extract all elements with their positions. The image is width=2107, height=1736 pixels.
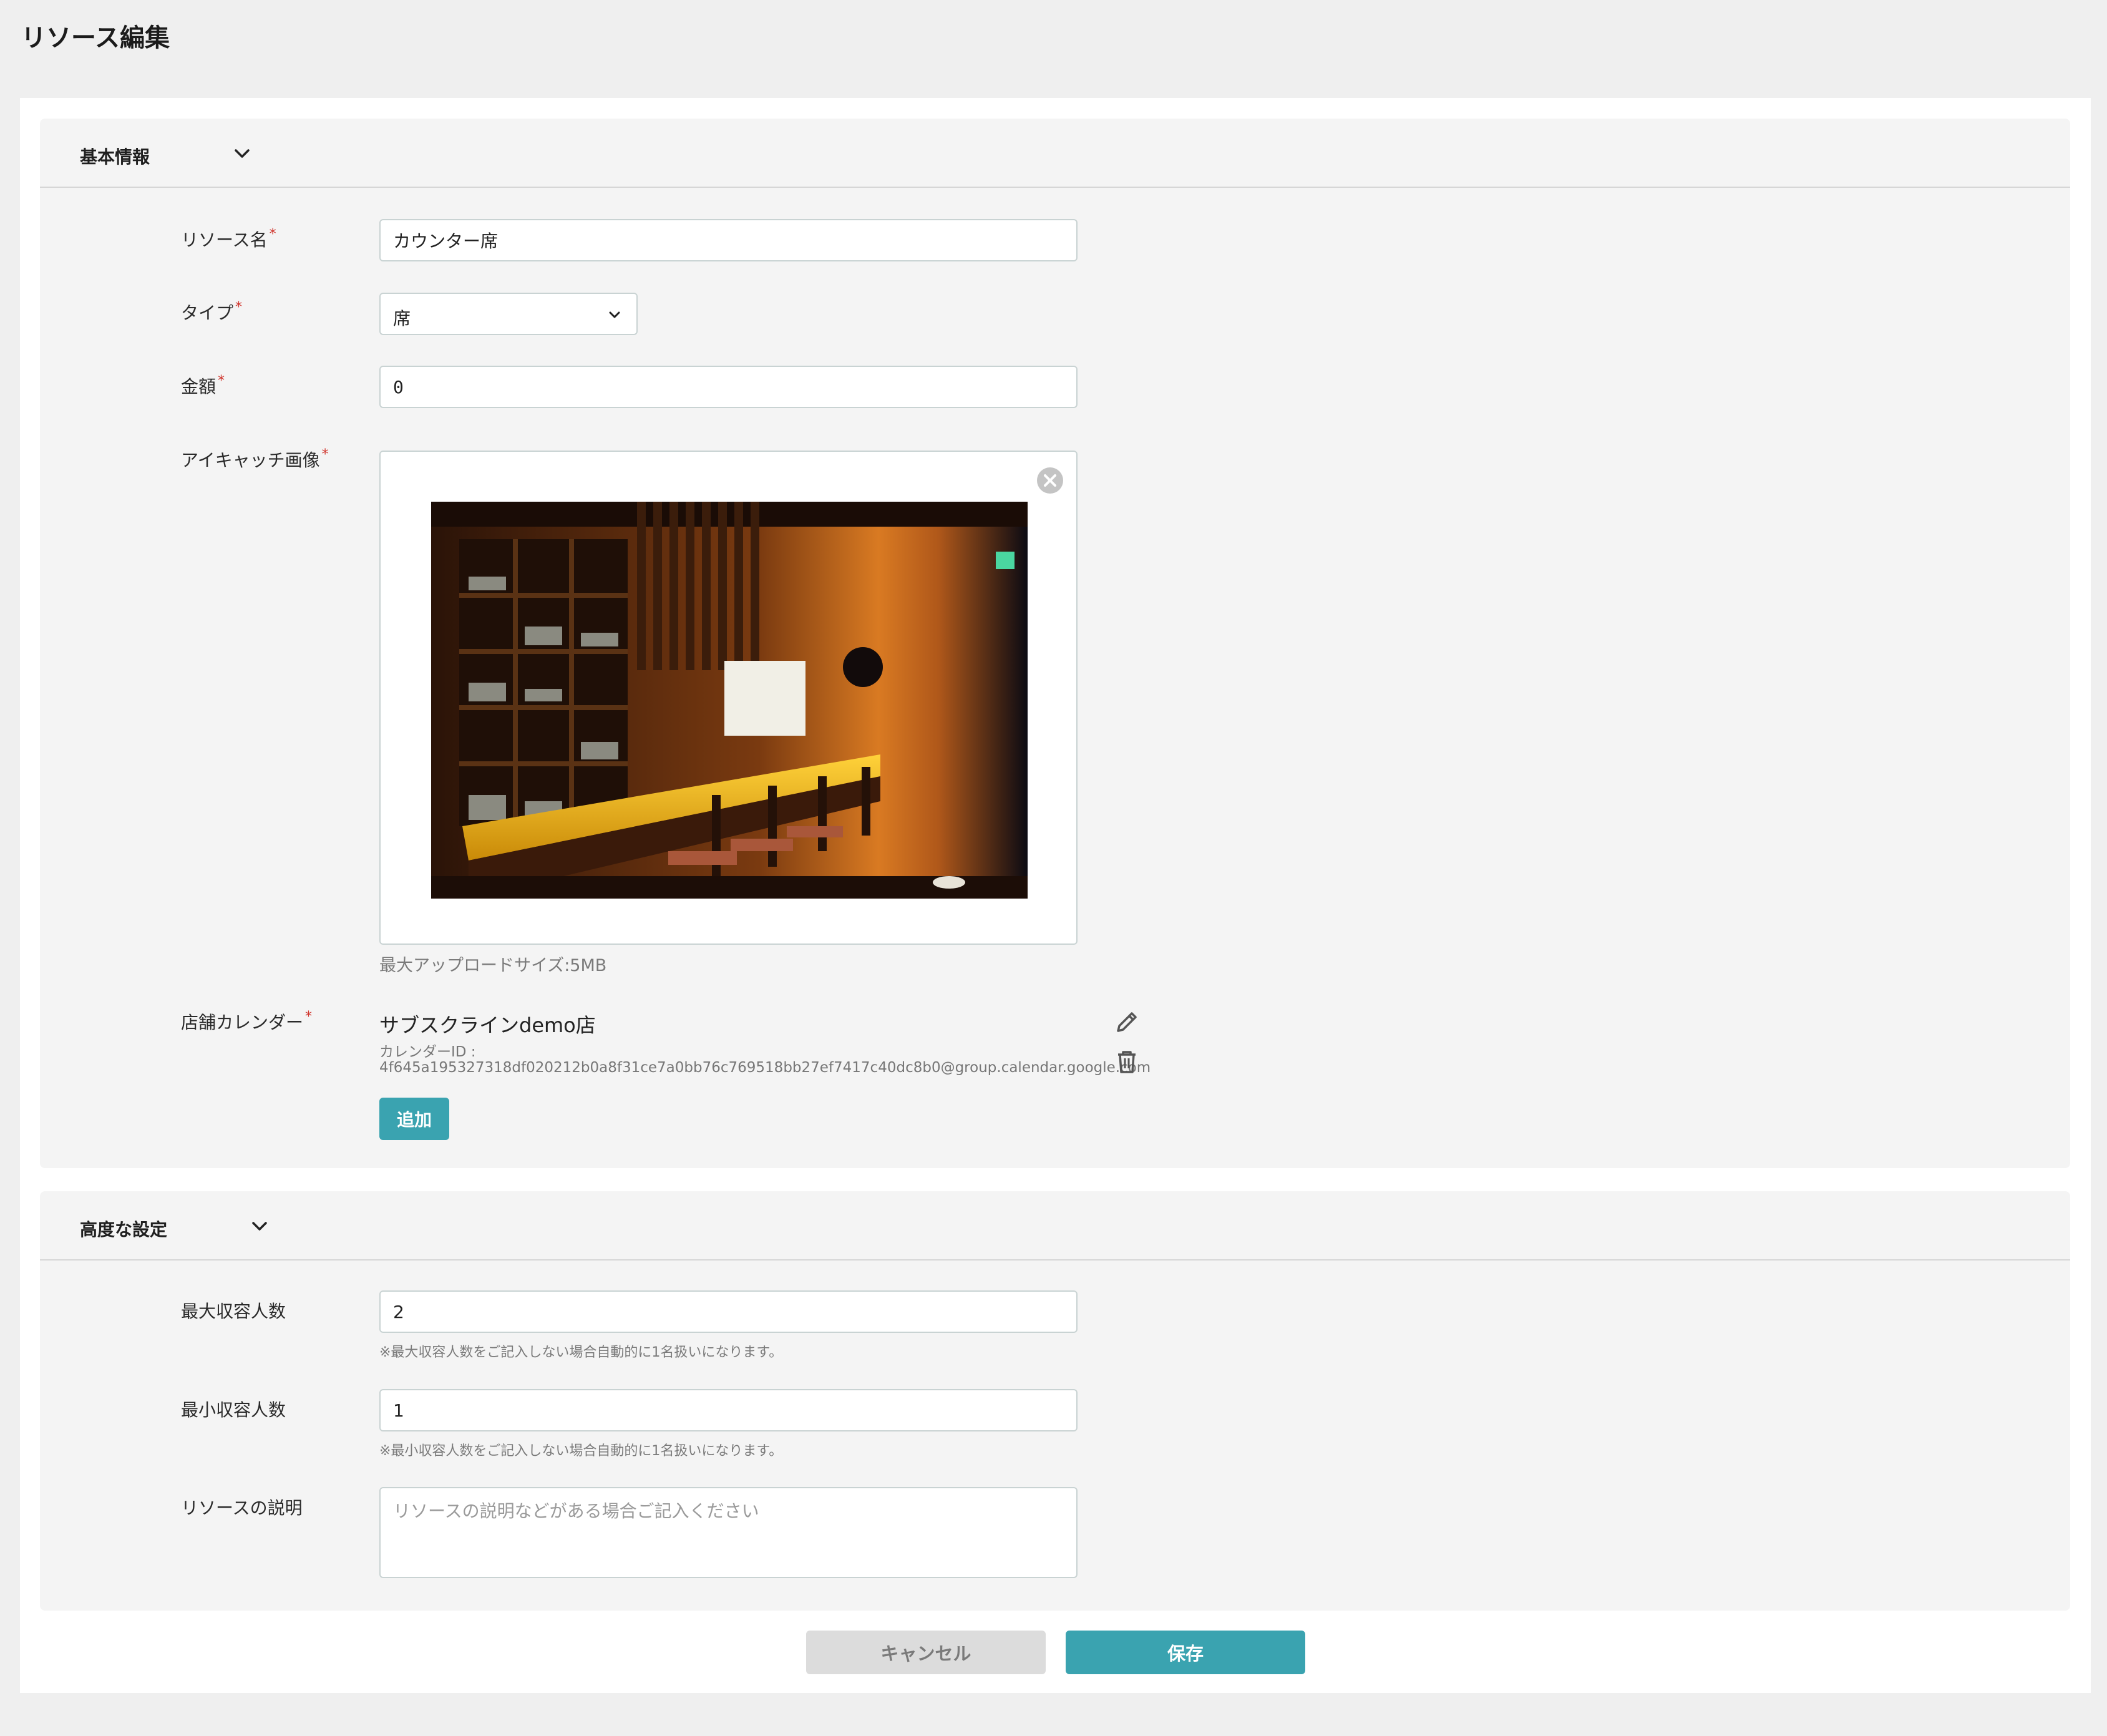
save-button[interactable]: 保存 [1066, 1631, 1305, 1674]
trash-icon[interactable] [1112, 1047, 1142, 1077]
required-mark: * [235, 300, 243, 315]
description-textarea[interactable] [379, 1487, 1078, 1578]
eyecatch-image-uploader[interactable] [379, 451, 1078, 945]
max-capacity-note: ※最大収容人数をご記入しない場合自動的に1名扱いになります。 [379, 1345, 783, 1360]
type-select[interactable]: 席 [379, 293, 638, 335]
close-circle-icon[interactable] [1036, 467, 1064, 494]
eyecatch-label: アイキャッチ画像 * [181, 447, 329, 471]
resource-name-input[interactable] [379, 219, 1078, 261]
type-select-value: 席 [393, 308, 411, 329]
chevron-down-icon [609, 311, 620, 318]
required-mark: * [305, 1009, 313, 1025]
calendar-id-label: カレンダーID : [379, 1044, 476, 1060]
chevron-down-icon[interactable] [232, 144, 252, 163]
price-input[interactable] [379, 366, 1078, 408]
page-title: リソース編集 [21, 24, 170, 52]
max-capacity-label: 最大収容人数 [181, 1301, 286, 1322]
basic-info-section: 基本情報 リソース名* タイプ* 席 金額* アイキャッチ画像* [40, 119, 2070, 1168]
basic-info-header[interactable]: 基本情報 [40, 119, 2070, 188]
basic-info-title: 基本情報 [80, 147, 150, 167]
max-capacity-input[interactable] [379, 1290, 1078, 1333]
calendar-id-value: 4f645a195327318df020212b0a8f31ce7a0bb76c… [379, 1060, 1151, 1076]
min-capacity-input[interactable] [379, 1389, 1078, 1431]
calendar-label: 店舗カレンダー * [181, 1009, 313, 1033]
price-label: 金額 * [181, 373, 225, 397]
required-mark: * [218, 373, 225, 389]
min-capacity-note: ※最小収容人数をご記入しない場合自動的に1名扱いになります。 [379, 1443, 783, 1459]
cancel-button[interactable]: キャンセル [806, 1631, 1046, 1674]
required-mark: * [269, 227, 276, 242]
eyecatch-image [431, 502, 1028, 899]
description-label: リソースの説明 [181, 1498, 303, 1518]
advanced-settings-section: 高度な設定 最大収容人数 ※最大収容人数をご記入しない場合自動的に1名扱いになり… [40, 1191, 2070, 1611]
pencil-icon[interactable] [1112, 1007, 1142, 1037]
advanced-settings-header[interactable]: 高度な設定 [40, 1191, 2070, 1261]
type-label: タイプ * [181, 300, 243, 323]
calendar-name: サブスクラインdemo店 [379, 1013, 596, 1037]
min-capacity-label: 最小収容人数 [181, 1400, 286, 1420]
upload-size-hint: 最大アップロードサイズ:5MB [379, 956, 607, 975]
resource-name-label: リソース名 * [181, 227, 276, 250]
advanced-settings-title: 高度な設定 [80, 1219, 168, 1240]
form-card: 基本情報 リソース名* タイプ* 席 金額* アイキャッチ画像* [20, 98, 2091, 1693]
add-calendar-button[interactable]: 追加 [379, 1098, 449, 1140]
required-mark: * [321, 447, 329, 462]
chevron-down-icon[interactable] [250, 1216, 270, 1236]
